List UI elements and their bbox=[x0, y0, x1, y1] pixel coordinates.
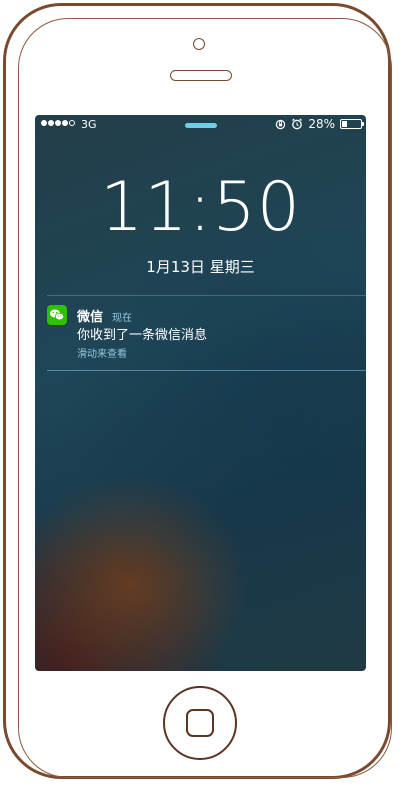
notification-message: 你收到了一条微信消息 bbox=[77, 328, 208, 343]
notification-divider-top bbox=[47, 295, 366, 296]
notification-app-name: 微信 bbox=[77, 310, 104, 325]
battery-percent: 28% bbox=[308, 117, 335, 131]
notification-action: 滑动来查看 bbox=[77, 349, 127, 360]
lock-screen[interactable]: 3G 28% 11:50 1月13日 星期三 微信 现在 你收到了一条微信消息 … bbox=[35, 115, 366, 671]
status-right: 28% bbox=[275, 117, 364, 131]
orientation-lock-icon bbox=[276, 119, 286, 129]
signal-strength-icon bbox=[41, 120, 75, 126]
lock-screen-time: 11:50 bbox=[100, 168, 301, 247]
control-center-grabber[interactable] bbox=[185, 123, 217, 128]
alarm-icon bbox=[292, 118, 303, 130]
notification-divider-bottom bbox=[47, 370, 366, 371]
home-button[interactable] bbox=[163, 686, 237, 760]
speaker-slot bbox=[170, 70, 232, 81]
battery-fill bbox=[342, 121, 348, 127]
front-camera-icon bbox=[193, 38, 205, 50]
battery-icon bbox=[340, 119, 364, 129]
notification-time: 现在 bbox=[112, 313, 132, 324]
notification-wechat[interactable]: 微信 现在 你收到了一条微信消息 滑动来查看 bbox=[47, 305, 357, 365]
status-bar: 3G 28% bbox=[35, 115, 366, 135]
home-square-icon bbox=[186, 709, 214, 737]
wechat-icon bbox=[47, 305, 67, 325]
carrier-label: 3G bbox=[81, 118, 97, 131]
lock-screen-date: 1月13日 星期三 bbox=[146, 258, 255, 276]
